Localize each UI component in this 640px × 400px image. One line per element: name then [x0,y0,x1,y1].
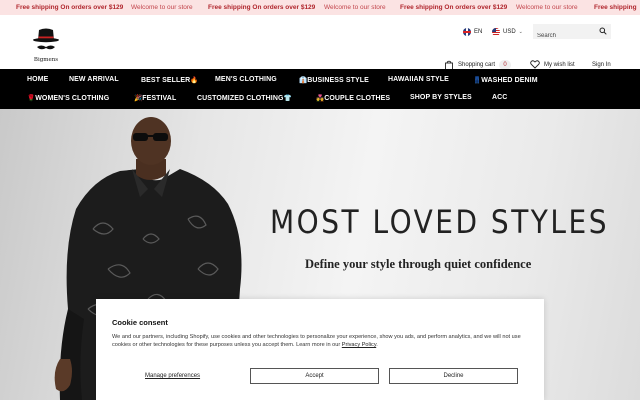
search-input[interactable] [533,28,593,44]
ticker-item: Welcome to our store [131,4,193,11]
nav-label: BEST SELLER [141,77,191,84]
nav-item-hawaiian-style[interactable]: HAWAIIAN STYLE [388,76,449,83]
nav-label: FESTIVAL [142,95,177,102]
nav-item-new-arrival[interactable]: NEW ARRIVAL [69,76,119,83]
currency-selector[interactable]: USD ⌄ [492,28,523,36]
nav-label: HOME [27,76,49,83]
couple-icon: 💑 [316,95,325,102]
hero-subtitle: Define your style through quiet confiden… [305,257,532,271]
currency-label: USD [503,29,516,35]
cookie-consent-dialog: Cookie consent We and our partners, incl… [96,299,544,400]
party-popper-icon: 🎉 [134,95,143,102]
search-box [533,24,611,44]
tie-icon: 👔 [299,77,308,84]
manage-preferences-link[interactable]: Manage preferences [145,373,200,379]
nav-label: NEW ARRIVAL [69,76,119,83]
privacy-policy-link[interactable]: Privacy Policy [342,342,376,348]
ticker-item: Welcome to our store [516,4,578,11]
nav-label: COUPLE CLOTHES [324,95,391,102]
cookie-title: Cookie consent [112,318,168,327]
search-icon[interactable] [599,27,607,35]
wishlist-label: My wish list [544,61,575,68]
nav-item-acc[interactable]: ACC [492,94,507,101]
site-header: Bigmens EN USD ⌄ Shopping cart 0 My wish… [0,15,640,70]
logo-text: Bigmens [33,57,59,63]
flag-uk-icon [463,28,471,36]
nav-item-best-seller[interactable]: BEST SELLER🔥 [141,76,199,84]
cookie-body: We and our partners, including Shopify, … [112,334,521,348]
tshirt-icon: 👕 [283,95,292,102]
chevron-down-icon: ⌄ [518,29,523,35]
cart-label: Shopping cart [458,62,496,68]
nav-label: HAWAIIAN STYLE [388,76,449,83]
nav-label: BUSINESS STYLE [307,77,369,84]
flag-us-icon [492,28,500,36]
jeans-icon: 👖 [473,77,482,84]
ticker-item: Free shipping [594,4,637,11]
signin-link[interactable]: Sign In [592,62,611,68]
nav-item-mens-clothing[interactable]: MEN'S CLOTHING [215,76,277,83]
language-selector[interactable]: EN [463,28,482,36]
hat-mustache-logo-icon[interactable] [29,27,63,57]
nav-item-shop-by-styles[interactable]: SHOP BY STYLES [410,94,472,101]
nav-item-home[interactable]: HOME [27,76,48,83]
nav-label: MEN'S CLOTHING [215,76,277,83]
nav-item-business-style[interactable]: 👔BUSINESS STYLE [299,76,369,84]
ticker-item: Free shipping On orders over $129 [208,4,316,11]
ticker-item: Free shipping On orders over $129 [400,4,508,11]
nav-item-washed-denim[interactable]: 👖WASHED DENIM [473,76,538,84]
nav-label: CUSTOMIZED CLOTHING [197,95,284,102]
ticker-item: Free shipping On orders over $129 [16,4,124,11]
heart-icon [530,60,540,69]
announcement-ticker: Free shipping On orders over $129 Welcom… [0,0,640,15]
nav-item-womens-clothing[interactable]: 🌹WOMEN'S CLOTHING [27,94,109,102]
decline-button[interactable]: Decline [389,368,518,384]
cookie-text: We and our partners, including Shopify, … [112,333,528,349]
hero-title: MOST LOVED STYLES [270,203,609,241]
nav-label: SHOP BY STYLES [410,94,472,101]
nav-label: ACC [492,94,508,101]
nav-item-festival[interactable]: 🎉FESTIVAL [134,94,176,102]
nav-label: WOMEN'S CLOTHING [35,95,110,102]
main-navigation: HOME NEW ARRIVAL BEST SELLER🔥 MEN'S CLOT… [0,69,640,109]
fire-icon: 🔥 [190,77,199,84]
cookie-body-end: . [376,342,378,348]
nav-label: WASHED DENIM [481,77,538,84]
rose-icon: 🌹 [27,95,36,102]
ticker-item: Welcome to our store [324,4,386,11]
wishlist-link[interactable]: My wish list [530,60,575,69]
nav-item-couple-clothes[interactable]: 💑COUPLE CLOTHES [316,94,390,102]
language-label: EN [474,29,483,35]
accept-button[interactable]: Accept [250,368,379,384]
nav-item-customized-clothing[interactable]: CUSTOMIZED CLOTHING👕 [197,94,292,102]
